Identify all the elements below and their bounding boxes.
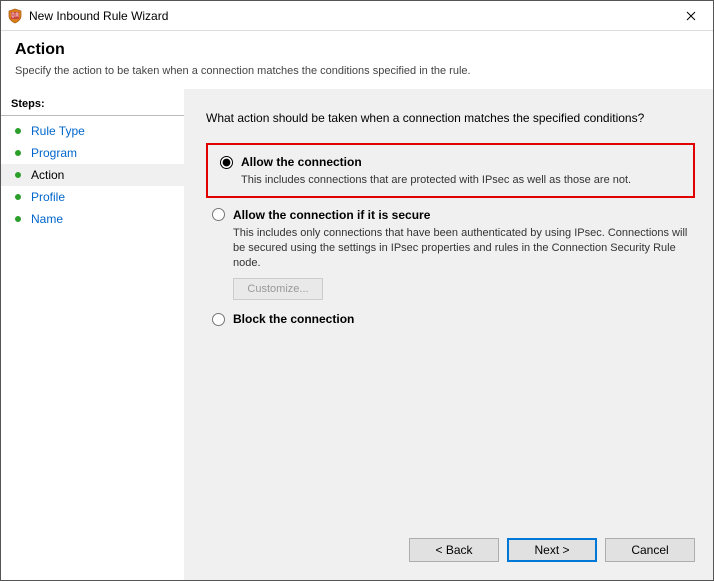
radio-allow[interactable] <box>220 156 233 169</box>
step-rule-type[interactable]: Rule Type <box>1 120 184 142</box>
step-label: Program <box>31 146 77 160</box>
option-allow-title: Allow the connection <box>241 155 362 169</box>
step-label: Action <box>31 168 64 182</box>
step-action[interactable]: Action <box>1 164 184 186</box>
bullet-icon <box>15 128 21 134</box>
option-secure-row[interactable]: Allow the connection if it is secure <box>212 208 695 222</box>
step-profile[interactable]: Profile <box>1 186 184 208</box>
option-secure: Allow the connection if it is secure Thi… <box>206 208 695 301</box>
window-title: New Inbound Rule Wizard <box>29 9 669 23</box>
option-secure-desc: This includes only connections that have… <box>233 226 695 271</box>
step-label: Profile <box>31 190 65 204</box>
bullet-icon <box>15 216 21 222</box>
customize-button: Customize... <box>233 278 323 300</box>
close-icon <box>686 11 696 21</box>
wizard-window: New Inbound Rule Wizard Action Specify t… <box>0 0 714 581</box>
header: Action Specify the action to be taken wh… <box>1 31 713 89</box>
page-title: Action <box>15 41 699 59</box>
option-allow: Allow the connection This includes conne… <box>214 155 681 188</box>
bullet-icon <box>15 194 21 200</box>
option-allow-desc: This includes connections that are prote… <box>241 173 681 188</box>
steps-list: Rule Type Program Action Profile Name <box>1 116 184 230</box>
back-button[interactable]: < Back <box>409 538 499 562</box>
bullet-icon <box>15 172 21 178</box>
step-label: Rule Type <box>31 124 85 138</box>
footer: < Back Next > Cancel <box>206 528 695 568</box>
cancel-button[interactable]: Cancel <box>605 538 695 562</box>
option-block-row[interactable]: Block the connection <box>212 312 695 326</box>
question-text: What action should be taken when a conne… <box>206 111 695 125</box>
page-subtitle: Specify the action to be taken when a co… <box>15 65 699 77</box>
titlebar: New Inbound Rule Wizard <box>1 1 713 31</box>
next-button[interactable]: Next > <box>507 538 597 562</box>
firewall-icon <box>7 8 23 24</box>
option-secure-title: Allow the connection if it is secure <box>233 208 430 222</box>
content-panel: What action should be taken when a conne… <box>184 89 713 580</box>
option-block-title: Block the connection <box>233 312 354 326</box>
radio-secure[interactable] <box>212 208 225 221</box>
sidebar-title: Steps: <box>1 95 184 116</box>
sidebar: Steps: Rule Type Program Action Profile <box>1 89 184 580</box>
highlighted-option: Allow the connection This includes conne… <box>206 143 695 198</box>
close-button[interactable] <box>669 1 713 31</box>
option-block: Block the connection <box>206 312 695 326</box>
step-program[interactable]: Program <box>1 142 184 164</box>
option-allow-row[interactable]: Allow the connection <box>220 155 681 169</box>
step-name[interactable]: Name <box>1 208 184 230</box>
step-label: Name <box>31 212 63 226</box>
bullet-icon <box>15 150 21 156</box>
radio-block[interactable] <box>212 313 225 326</box>
body: Steps: Rule Type Program Action Profile <box>1 89 713 580</box>
